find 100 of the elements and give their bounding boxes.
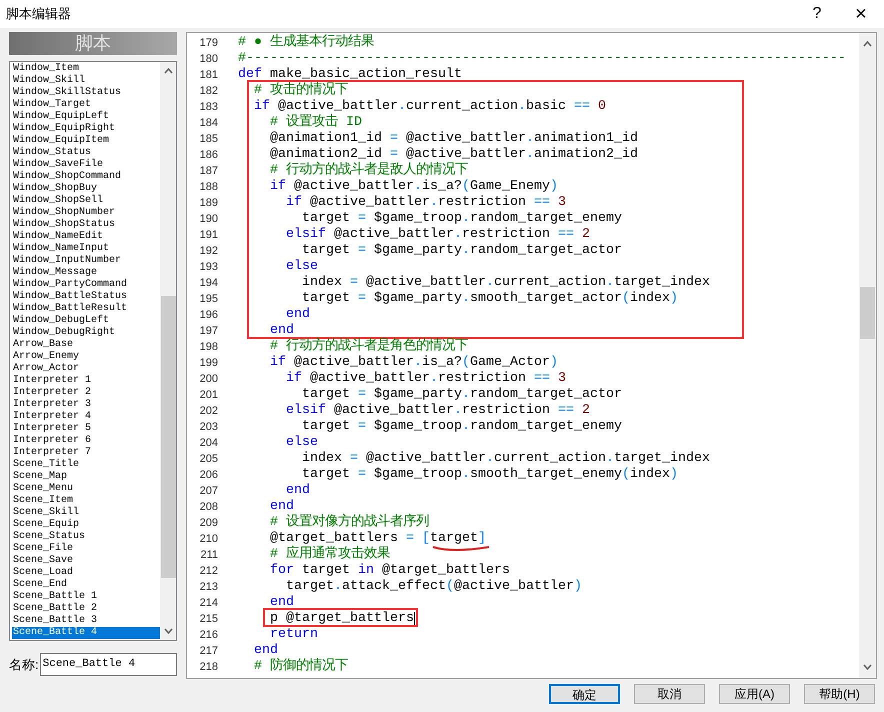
script-list-item[interactable]: Window_Item [12,63,160,75]
dialog-button[interactable]: 取消 [634,684,705,704]
scroll-thumb[interactable] [160,296,176,578]
code-line: @animation2_id = @active_battler.animation2_id [270,147,638,162]
code-line: else [286,435,318,451]
script-list-item[interactable]: Window_ShopStatus [12,219,160,231]
script-list-item[interactable]: Window_EquipRight [12,123,160,135]
scroll-thumb[interactable] [860,287,875,339]
script-list-item[interactable]: Scene_Battle 4 [12,627,160,639]
help-button[interactable]: ? [802,2,832,26]
script-list-item[interactable]: Scene_Menu [12,483,160,495]
line-number: 187 [198,164,218,179]
code-line: if @active_battler.current_action.basic == 0 [254,99,606,114]
script-list-item[interactable]: Window_DebugLeft [12,315,160,327]
dialog-button[interactable]: 应用(A) [719,684,790,704]
dialog-button[interactable]: 确定 [549,684,620,704]
code-line: #--------------------------------------------------------------------------- [238,51,846,67]
script-list-item[interactable]: Scene_End [12,579,160,591]
script-list-item[interactable]: Window_Skill [12,75,160,87]
code-line: @animation1_id = @active_battler.animation1_id [270,131,638,147]
code-line: end [270,323,294,338]
script-list-item[interactable]: Arrow_Base [12,339,160,351]
close-button[interactable]: × [846,0,876,29]
code-line: # 行动方的战斗者是角色的情况下 [270,339,468,355]
script-list-item[interactable]: Window_ShopCommand [12,171,160,183]
code-editor[interactable] [186,32,877,679]
script-list-item[interactable]: Interpreter 7 [12,447,160,459]
script-list-item[interactable]: Scene_Equip [12,519,160,531]
scroll-up-icon[interactable] [164,68,172,74]
script-list-item[interactable]: Window_EquipItem [12,135,160,147]
scroll-down-icon[interactable] [863,664,872,670]
script-list-item[interactable]: Scene_File [12,543,160,555]
script-list-item[interactable]: Window_Status [12,147,160,159]
name-label: 名称: [9,656,39,674]
script-list-item[interactable]: Window_InputNumber [12,255,160,267]
script-list-item[interactable]: Arrow_Actor [12,363,160,375]
script-list-item[interactable]: Scene_Battle 1 [12,591,160,603]
line-number: 192 [198,244,218,259]
script-list-item[interactable]: Interpreter 6 [12,435,160,447]
code-line: # 设置攻击 ID [270,115,362,131]
script-list-item[interactable]: Scene_Title [12,459,160,471]
script-list-item[interactable]: Scene_Battle 3 [12,615,160,627]
window-title: 脚本编辑器 [6,5,71,24]
scroll-down-icon[interactable] [164,628,172,634]
line-number: 201 [198,388,218,403]
line-number: 217 [198,644,218,659]
script-list-item[interactable]: Arrow_Enemy [12,351,160,363]
code-line: if @active_battler.is_a?(Game_Enemy) [270,179,558,195]
script-list-item[interactable]: Scene_Battle 2 [12,603,160,615]
line-number: 202 [198,404,218,419]
script-list-item[interactable]: Window_Target [12,99,160,111]
line-number: 205 [198,452,218,467]
dialog-button[interactable]: 帮助(H) [804,684,875,704]
script-list-item[interactable]: Interpreter 4 [12,411,160,423]
script-list-item[interactable]: Interpreter 1 [12,375,160,387]
line-number: 207 [198,484,218,499]
code-line: end [286,483,310,499]
code-line: index = @active_battler.current_action.target_index [302,451,710,467]
code-line: def make_basic_action_result [238,67,462,82]
script-list-item[interactable]: Window_DebugRight [12,327,160,339]
script-list-item[interactable]: Window_SkillStatus [12,87,160,99]
code-line: # ● 生成基本行动结果 [238,35,374,51]
script-list-item[interactable]: Window_SaveFile [12,159,160,171]
line-number: 209 [198,516,218,531]
scrollbar[interactable] [859,33,876,678]
code-line: if @active_battler.restriction == 3 [286,371,566,387]
script-list-item[interactable]: Window_NameEdit [12,231,160,243]
script-list-item[interactable]: Scene_Map [12,471,160,483]
script-list-item[interactable]: Window_ShopSell [12,195,160,207]
line-number: 189 [198,196,218,211]
script-list-item[interactable]: Interpreter 3 [12,399,160,411]
script-list-item[interactable]: Window_ShopNumber [12,207,160,219]
script-list-item[interactable]: Interpreter 5 [12,423,160,435]
line-number: 208 [198,500,218,515]
line-number: 206 [198,468,218,483]
line-number: 198 [198,340,218,355]
line-number: 203 [198,420,218,435]
line-number: 211 [199,548,218,563]
script-list-item[interactable]: Scene_Skill [12,507,160,519]
code-line: index = @active_battler.current_action.target_index [302,275,710,291]
script-list-item[interactable]: Window_BattleStatus [12,291,160,303]
code-line: return [270,627,318,643]
scrollbar[interactable] [160,62,176,640]
script-list-item[interactable]: Interpreter 2 [12,387,160,399]
line-number: 183 [198,100,218,115]
script-list-item[interactable]: Window_NameInput [12,243,160,255]
script-list-item[interactable]: Scene_Status [12,531,160,543]
script-list-item[interactable]: Window_BattleResult [12,303,160,315]
script-list-item[interactable]: Scene_Load [12,567,160,579]
line-number: 213 [198,580,218,595]
script-list-item[interactable]: Window_Message [12,267,160,279]
line-number: 185 [198,132,218,147]
script-list-item[interactable]: Scene_Save [12,555,160,567]
script-list-item[interactable]: Window_PartyCommand [12,279,160,291]
name-field[interactable]: Scene_Battle 4 [40,653,177,676]
scroll-up-icon[interactable] [863,41,872,47]
script-list-item[interactable]: Window_EquipLeft [12,111,160,123]
script-list-item[interactable]: Scene_Item [12,495,160,507]
script-list-item[interactable]: Window_ShopBuy [12,183,160,195]
line-number: 215 [198,612,218,627]
